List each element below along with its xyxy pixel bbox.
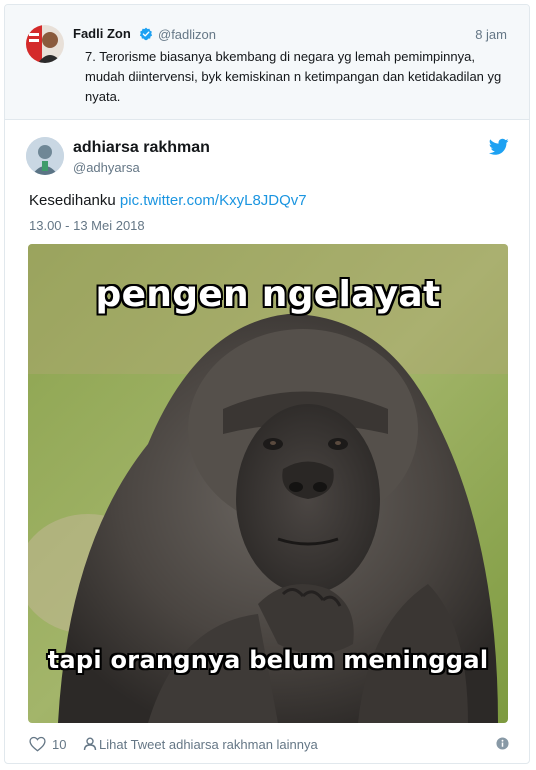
tweet-embed-card: Fadli Zon @fadlizon 8 jam 7. Terorisme b…	[4, 4, 530, 764]
more-tweets-link[interactable]: Lihat Tweet adhiarsa rakhman lainnya	[99, 737, 318, 752]
info-icon[interactable]	[496, 737, 509, 750]
tweet-text-body: Kesedihanku	[29, 192, 116, 209]
quoted-author-name[interactable]: Fadli Zon	[73, 26, 131, 41]
author-handle[interactable]: @adhyarsa	[73, 160, 140, 175]
tweet-date[interactable]: 13.00 - 13 Mei 2018	[29, 218, 145, 233]
tweet-media-link[interactable]: pic.twitter.com/KxyL8JDQv7	[120, 192, 307, 209]
author-name[interactable]: adhiarsa rakhman	[73, 139, 210, 157]
meme-bottom-caption: tapi orangnya belum meninggal	[47, 646, 489, 674]
twitter-bird-icon[interactable]	[489, 138, 509, 156]
quoted-tweet[interactable]: Fadli Zon @fadlizon 8 jam 7. Terorisme b…	[5, 5, 529, 120]
verified-badge-icon	[139, 27, 153, 41]
quoted-timestamp[interactable]: 8 jam	[475, 27, 507, 42]
person-icon	[83, 737, 97, 751]
quoted-author-handle[interactable]: @fadlizon	[158, 27, 216, 42]
like-count[interactable]: 10	[52, 737, 66, 752]
tweet-text: Kesedihanku pic.twitter.com/KxyL8JDQv7	[29, 192, 307, 209]
meme-top-caption: pengen ngelayat	[95, 274, 441, 315]
tweet-media-image[interactable]: pengen ngelayat tapi orangnya belum meni…	[28, 244, 508, 723]
tweet-footer: 10 Lihat Tweet adhiarsa rakhman lainnya	[5, 727, 529, 761]
quoted-tweet-text: 7. Terorisme biasanya bkembang di negara…	[85, 49, 502, 104]
quoted-avatar[interactable]	[26, 25, 64, 63]
heart-icon[interactable]	[29, 736, 46, 752]
author-avatar[interactable]	[26, 137, 64, 175]
